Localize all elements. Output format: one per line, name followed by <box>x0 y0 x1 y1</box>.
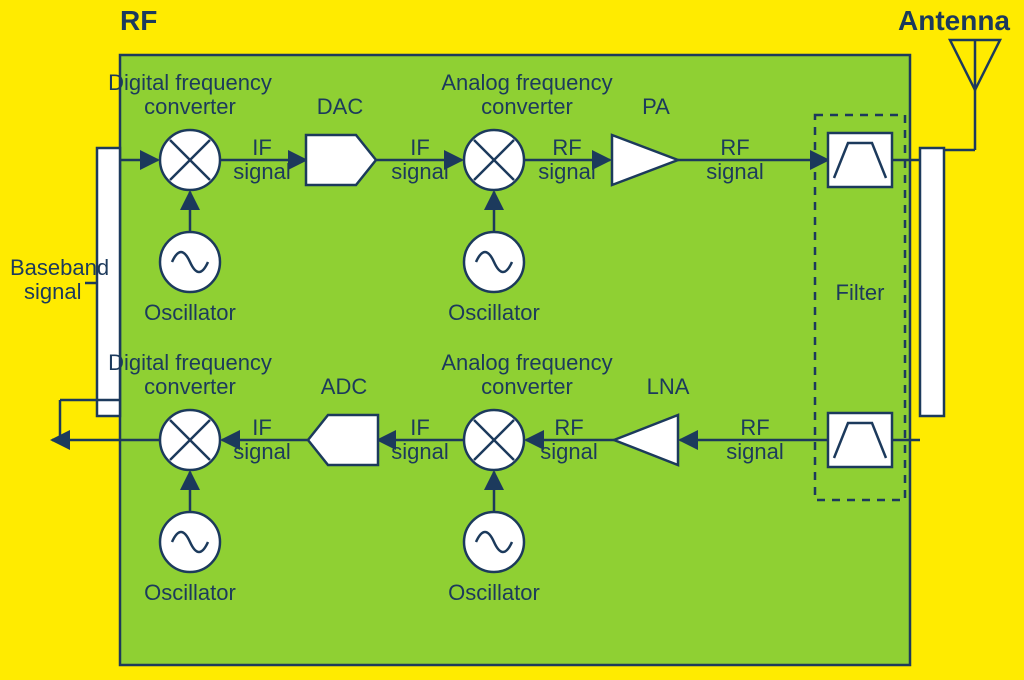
adc-label: ADC <box>321 374 368 399</box>
rx-filter-icon <box>828 413 892 467</box>
baseband-port <box>97 148 120 416</box>
antenna-port <box>920 148 944 416</box>
pa-label: PA <box>642 94 670 119</box>
rf-heading: RF <box>120 5 157 36</box>
rx-analog-mixer <box>464 410 524 470</box>
filter-label: Filter <box>836 280 885 305</box>
tx-digital-mixer <box>160 130 220 190</box>
baseband-label: Basebandsignal <box>10 255 109 304</box>
lna-label: LNA <box>647 374 690 399</box>
svg-text:Oscillator: Oscillator <box>448 300 540 325</box>
dac-label: DAC <box>317 94 364 119</box>
tx-analog-mixer <box>464 130 524 190</box>
svg-text:Oscillator: Oscillator <box>448 580 540 605</box>
svg-text:Oscillator: Oscillator <box>144 580 236 605</box>
antenna-icon <box>944 40 1000 150</box>
antenna-heading: Antenna <box>898 5 1010 36</box>
svg-text:Oscillator: Oscillator <box>144 300 236 325</box>
rx-digital-mixer <box>160 410 220 470</box>
tx-filter-icon <box>828 133 892 187</box>
